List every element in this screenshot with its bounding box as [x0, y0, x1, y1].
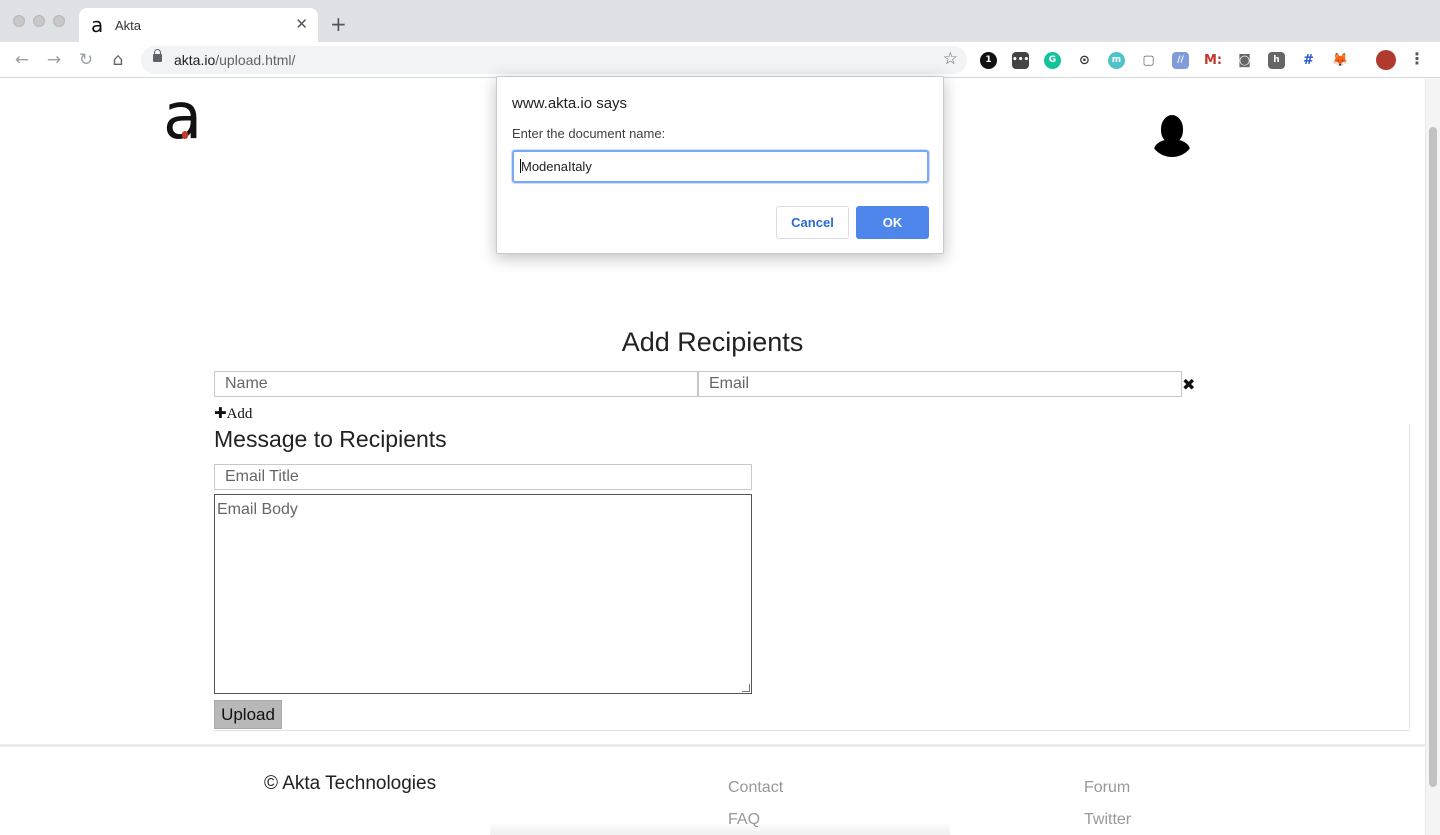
forward-icon[interactable]: →: [43, 50, 65, 70]
h-ext-icon[interactable]: h: [1268, 52, 1285, 69]
document-name-input[interactable]: ModenaItaly: [512, 150, 929, 183]
footer-link-twitter[interactable]: Twitter: [1084, 811, 1131, 829]
footer-link-forum[interactable]: Forum: [1084, 779, 1130, 797]
new-tab-button[interactable]: +: [330, 12, 347, 36]
mailtrack-icon[interactable]: M:: [1204, 52, 1222, 69]
url-text: akta.io/upload.html/: [174, 52, 295, 68]
ok-button[interactable]: OK: [856, 206, 929, 239]
cancel-button[interactable]: Cancel: [776, 206, 849, 239]
akta-logo[interactable]: a: [163, 85, 202, 149]
recipient-email-input[interactable]: Email: [698, 371, 1182, 397]
bookmark-star-icon[interactable]: ☆: [943, 49, 958, 69]
close-window-button[interactable]: [13, 15, 25, 27]
email-title-input[interactable]: Email Title: [214, 464, 752, 490]
user-avatar[interactable]: [1149, 111, 1195, 157]
browser-toolbar: ← → ↻ ⌂ akta.io/upload.html/ ☆ 1 ••• G ⊙ m ▢ /…: [0, 42, 1440, 78]
dialog-title: www.akta.io says: [512, 95, 628, 112]
resize-handle[interactable]: [742, 684, 750, 692]
grid-ext-icon[interactable]: #: [1300, 52, 1317, 69]
footer-divider: [0, 744, 1425, 747]
url-path: /upload.html/: [215, 52, 296, 68]
box-ext-icon[interactable]: ▢: [1140, 52, 1157, 69]
dialog-shadow: [490, 822, 950, 835]
upload-button[interactable]: Upload: [214, 700, 282, 729]
grammarly-icon[interactable]: G: [1044, 52, 1061, 69]
email-body-textarea[interactable]: Email Body: [214, 494, 752, 694]
dots-ext-icon[interactable]: •••: [1012, 52, 1029, 69]
minimize-window-button[interactable]: [33, 15, 45, 27]
teal-ext-icon[interactable]: m: [1108, 52, 1125, 69]
reload-icon[interactable]: ↻: [75, 50, 97, 70]
tab-close-icon[interactable]: ✕: [295, 15, 308, 33]
remove-recipient-icon[interactable]: ✖: [1182, 375, 1195, 394]
add-recipients-heading: Add Recipients: [621, 327, 804, 357]
add-recipient-link[interactable]: ✚Add: [214, 404, 252, 423]
message-heading: Message to Recipients: [214, 426, 447, 452]
document-name-value: ModenaItaly: [521, 159, 592, 174]
lock-icon[interactable]: [153, 49, 162, 62]
profile-avatar[interactable]: [1376, 50, 1396, 70]
avatar-body: [1154, 139, 1190, 157]
target-ext-icon[interactable]: ⊙: [1076, 52, 1093, 69]
blue-ext-icon[interactable]: //: [1172, 52, 1189, 69]
1password-icon[interactable]: 1: [980, 52, 997, 69]
email-body-placeholder: Email Body: [217, 501, 298, 518]
recipient-name-input[interactable]: Name: [214, 371, 698, 397]
content-border: [1409, 424, 1410, 729]
browser-menu-icon[interactable]: ⋮: [1409, 49, 1425, 68]
page-scrollbar[interactable]: [1425, 79, 1440, 835]
tab-akta[interactable]: a Akta ✕: [79, 8, 318, 42]
prompt-dialog: www.akta.io says Enter the document name…: [496, 76, 944, 254]
metamask-icon[interactable]: 🦊: [1332, 52, 1349, 69]
copyright-text: © Akta Technologies: [264, 773, 437, 794]
back-icon[interactable]: ←: [11, 50, 33, 70]
address-bar[interactable]: akta.io/upload.html/ ☆: [141, 46, 967, 74]
camera-ext-icon[interactable]: ◙: [1236, 52, 1253, 69]
tab-strip: a Akta ✕ +: [0, 0, 1440, 42]
add-label: Add: [226, 406, 253, 422]
home-icon[interactable]: ⌂: [107, 50, 129, 70]
plus-icon: ✚: [214, 404, 227, 422]
dialog-message: Enter the document name:: [512, 126, 666, 141]
logo-keyhole-icon: [182, 131, 188, 139]
scrollbar-thumb[interactable]: [1429, 127, 1437, 787]
footer-link-contact[interactable]: Contact: [728, 779, 783, 797]
akta-favicon-icon: a: [91, 13, 104, 37]
url-domain: akta.io: [174, 52, 216, 68]
tab-title: Akta: [115, 18, 142, 33]
zoom-window-button[interactable]: [53, 15, 65, 27]
content-divider: [214, 730, 1410, 731]
